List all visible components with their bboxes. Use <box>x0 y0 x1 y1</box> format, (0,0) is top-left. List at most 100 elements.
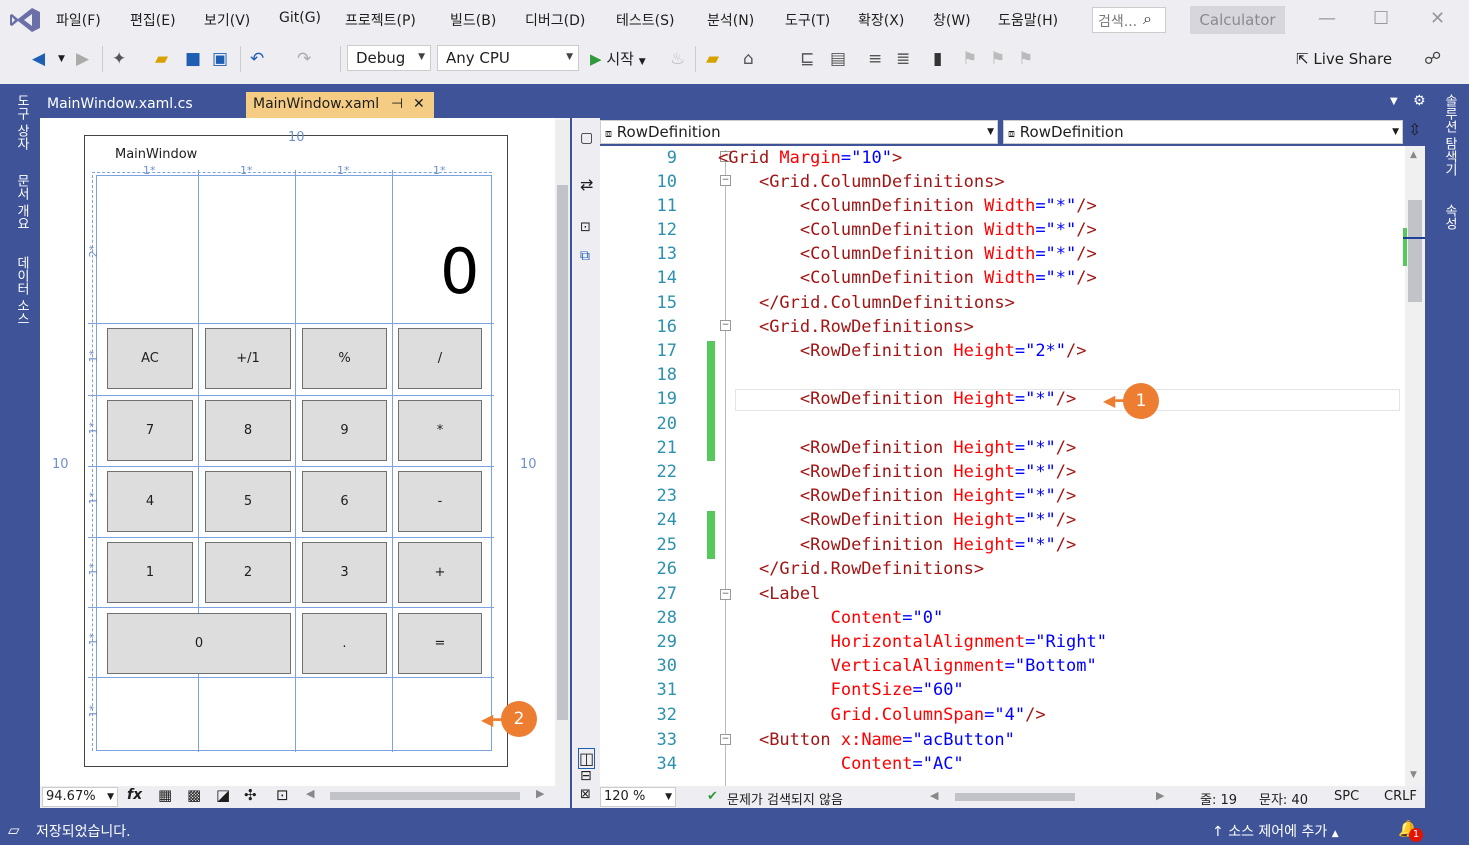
save-all-icon[interactable]: ▣ <box>212 49 228 69</box>
row-size-marker[interactable]: 1* <box>87 350 100 363</box>
code-line-26[interactable]: </Grid.RowDefinitions> <box>718 557 984 581</box>
scroll-right-icon[interactable]: ▶ <box>1156 789 1164 802</box>
code-line-25[interactable]: <RowDefinition Height="*"/> <box>718 533 1076 557</box>
calc-nine-button[interactable]: 9 <box>302 400 387 461</box>
tab-mainwindow-xaml-cs[interactable]: MainWindow.xaml.cs <box>40 92 243 118</box>
calc-divide-button[interactable]: / <box>398 328 482 389</box>
calc-plus-button[interactable]: + <box>398 542 482 603</box>
code-scroll-thumb[interactable] <box>1408 200 1422 302</box>
calc-minus-button[interactable]: - <box>398 471 482 532</box>
row-size-marker[interactable]: 1* <box>87 563 100 576</box>
calc-one-button[interactable]: 1 <box>107 542 193 603</box>
comment-icon[interactable]: ≡ <box>868 49 882 69</box>
feedback-icon[interactable]: ☍ <box>1424 49 1441 69</box>
column-size-marker[interactable]: 1* <box>337 164 350 177</box>
data-sources-tab[interactable]: 데이터 소스 <box>12 256 31 325</box>
code-line-15[interactable]: </Grid.ColumnDefinitions> <box>718 291 1015 315</box>
menu-item-5[interactable]: 빌드(B) <box>450 10 496 30</box>
menu-item-11[interactable]: 창(W) <box>933 10 971 30</box>
code-line-11[interactable]: <ColumnDefinition Width="*"/> <box>718 194 1097 218</box>
calc-dot-button[interactable]: . <box>302 613 387 674</box>
calc-multiply-button[interactable]: * <box>398 400 482 461</box>
calc-four-button[interactable]: 4 <box>107 471 193 532</box>
scroll-left-icon[interactable]: ◀ <box>306 787 314 800</box>
snap-grid-icon[interactable]: ▩ <box>187 786 201 804</box>
solution-configuration-select[interactable]: Debug ▼ <box>347 45 431 71</box>
settings-gear-icon[interactable]: ⚙ <box>1413 93 1426 109</box>
code-line-12[interactable]: <ColumnDefinition Width="*"/> <box>718 218 1097 242</box>
whitespace-indicator[interactable]: SPC <box>1334 789 1359 804</box>
document-outline-tab[interactable]: 문서 개요 <box>12 174 31 230</box>
code-line-14[interactable]: <ColumnDefinition Width="*"/> <box>718 266 1097 290</box>
toolbox-tab[interactable]: 도구 상자 <box>12 94 31 150</box>
menu-item-0[interactable]: 파일(F) <box>56 10 101 30</box>
code-line-30[interactable]: VerticalAlignment="Bottom" <box>718 654 1097 678</box>
grid-row-line[interactable] <box>88 607 494 608</box>
code-line-22[interactable]: <RowDefinition Height="*"/> <box>718 460 1076 484</box>
grid-row-line[interactable] <box>88 677 494 678</box>
code-line-10[interactable]: <Grid.ColumnDefinitions> <box>718 170 1005 194</box>
calc-zero-button[interactable]: 0 <box>107 613 291 674</box>
start-debugging-button[interactable]: ▶ 시작 ▼ <box>590 48 646 69</box>
menu-item-9[interactable]: 도구(T) <box>785 10 830 30</box>
effects-toggle[interactable]: fx <box>127 787 142 803</box>
hot-reload-icon[interactable]: ♨ <box>670 49 685 69</box>
scroll-up-icon[interactable]: ▲ <box>1410 150 1417 160</box>
maximize-icon[interactable]: ☐ <box>1373 8 1389 29</box>
artboard-background-icon[interactable]: ◪ <box>216 786 230 804</box>
tab-list-dropdown-icon[interactable]: ▼ <box>1390 96 1398 107</box>
align-icon[interactable]: ⊑ <box>800 49 814 69</box>
menu-item-7[interactable]: 테스트(S) <box>616 10 674 30</box>
row-size-marker[interactable]: 1* <box>87 705 100 718</box>
vertical-split-icon[interactable]: ◫ <box>578 748 596 769</box>
grid-row-line[interactable] <box>88 466 494 467</box>
pin-icon[interactable]: ⊣ <box>391 92 403 116</box>
row-ruler[interactable] <box>92 175 93 751</box>
close-icon[interactable]: ✕ <box>1430 8 1445 29</box>
designer-scroll-thumb[interactable] <box>557 185 568 720</box>
grid-row-line[interactable] <box>88 395 494 396</box>
calc-seven-button[interactable]: 7 <box>107 400 193 461</box>
solution-platform-select[interactable]: Any CPU ▼ <box>437 45 579 71</box>
uncomment-icon[interactable]: ≣ <box>896 49 910 69</box>
code-line-17[interactable]: <RowDefinition Height="2*"/> <box>718 339 1087 363</box>
menu-item-2[interactable]: 보기(V) <box>204 10 250 30</box>
menu-item-12[interactable]: 도움말(H) <box>998 10 1058 30</box>
row-size-marker[interactable]: 1* <box>87 492 100 505</box>
code-line-19[interactable]: <RowDefinition Height="*"/> <box>718 387 1076 411</box>
minimize-icon[interactable]: — <box>1318 8 1336 29</box>
horizontal-split-icon[interactable]: ⊟ <box>580 768 592 784</box>
member-navigation-select[interactable]: ⧈ RowDefinition ▼ <box>1003 120 1403 144</box>
visual-studio-logo-icon[interactable] <box>8 6 42 34</box>
scroll-down-icon[interactable]: ▼ <box>1410 770 1417 780</box>
grid-toggle-icon[interactable]: ▦ <box>158 786 172 804</box>
menu-item-6[interactable]: 디버그(D) <box>525 10 585 30</box>
forward-icon[interactable]: ▶ <box>76 49 89 69</box>
view-toggle-icon[interactable]: ▢ <box>580 130 593 146</box>
type-navigation-select[interactable]: ⧈ RowDefinition ▼ <box>600 120 998 144</box>
code-line-34[interactable]: Content="AC" <box>718 752 964 776</box>
grid-row-line[interactable] <box>88 537 494 538</box>
calc-plus-minus-button[interactable]: +/1 <box>205 328 291 389</box>
solution-name-badge[interactable]: Calculator <box>1190 6 1285 34</box>
popout-icon[interactable]: ⧉ <box>580 248 590 264</box>
issues-status[interactable]: 문제가 검색되지 않음 <box>727 789 843 808</box>
code-line-21[interactable]: <RowDefinition Height="*"/> <box>718 436 1076 460</box>
calc-eight-button[interactable]: 8 <box>205 400 291 461</box>
swap-panes-icon[interactable]: ⇄ <box>580 175 593 194</box>
calc-three-button[interactable]: 3 <box>302 542 387 603</box>
designer-zoom-select[interactable]: 94.67% ▼ <box>42 787 118 807</box>
calc-six-button[interactable]: 6 <box>302 471 387 532</box>
code-line-16[interactable]: <Grid.RowDefinitions> <box>718 315 974 339</box>
clear-bookmarks-icon[interactable]: ⚑ <box>1018 49 1033 69</box>
code-line-32[interactable]: Grid.ColumnSpan="4"/> <box>718 703 1046 727</box>
calc-five-button[interactable]: 5 <box>205 471 291 532</box>
column-size-marker[interactable]: 1* <box>433 164 446 177</box>
calc-equals-button[interactable]: = <box>398 613 482 674</box>
calc-ac-button[interactable]: AC <box>107 328 193 389</box>
layout-icon[interactable]: ⌂ <box>743 49 754 69</box>
chevron-down-icon[interactable]: ▼ <box>58 49 65 69</box>
code-line-24[interactable]: <RowDefinition Height="*"/> <box>718 508 1076 532</box>
menu-item-3[interactable]: Git(G) <box>279 10 321 26</box>
line-ending-indicator[interactable]: CRLF <box>1384 789 1417 804</box>
